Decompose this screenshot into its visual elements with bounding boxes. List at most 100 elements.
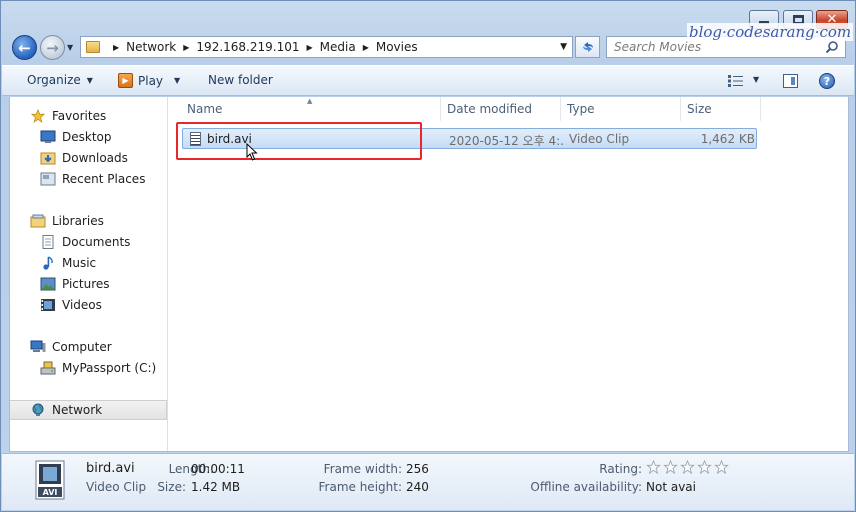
refresh-button[interactable] (575, 36, 600, 58)
column-header-name[interactable]: Name (181, 97, 441, 121)
nav-label: Libraries (52, 214, 104, 228)
organize-button[interactable]: Organize ▼ (27, 73, 93, 87)
breadcrumb: ▶ Network ▶ 192.168.219.101 ▶ Media ▶ Mo… (106, 40, 418, 54)
size-value: 1.42 MB (191, 480, 241, 494)
address-bar[interactable]: ▶ Network ▶ 192.168.219.101 ▶ Media ▶ Mo… (80, 36, 573, 58)
downloads-folder-icon (40, 152, 56, 165)
recent-places-icon (40, 172, 56, 186)
chevron-down-icon: ▼ (86, 75, 93, 85)
nav-label: Computer (52, 340, 112, 354)
nav-desktop[interactable]: Desktop (10, 127, 167, 147)
new-folder-button[interactable]: New folder (208, 73, 273, 87)
breadcrumb-item-network[interactable]: Network (126, 40, 176, 54)
nav-label: Videos (62, 298, 102, 312)
breadcrumb-separator-icon[interactable]: ▶ (363, 43, 369, 52)
nav-videos[interactable]: Videos (10, 295, 167, 315)
nav-label: Pictures (62, 277, 110, 291)
forward-button[interactable]: → (40, 35, 65, 60)
play-label: Play (138, 73, 164, 88)
breadcrumb-item-media[interactable]: Media (320, 40, 356, 54)
back-button[interactable]: ← (12, 35, 37, 60)
search-icon[interactable] (825, 40, 839, 54)
nav-label: Documents (62, 235, 131, 249)
nav-label: MyPassport (C:) (62, 361, 157, 375)
file-date-modified: 2020-05-12 오후 4:... (449, 134, 564, 148)
breadcrumb-item-movies[interactable]: Movies (376, 40, 418, 54)
pictures-icon (40, 277, 56, 291)
rating-star-icon[interactable] (663, 460, 678, 474)
file-type: Video Clip (569, 132, 630, 146)
computer-icon (30, 340, 46, 352)
play-button[interactable]: ▶ Play ▼ (118, 73, 180, 88)
nav-network[interactable]: Network (10, 400, 167, 420)
help-glyph: ? (823, 74, 831, 88)
preview-pane-icon[interactable] (783, 74, 798, 88)
chevron-down-icon: ▼ (174, 76, 181, 85)
change-view-icon[interactable] (728, 75, 744, 87)
nav-computer[interactable]: Computer (10, 337, 167, 357)
command-bar: Organize ▼ ▶ Play ▼ New folder ▼ ? (2, 65, 854, 96)
nav-mypassport-drive[interactable]: MyPassport (C:) (10, 358, 167, 378)
rating-star-icon[interactable] (714, 460, 729, 474)
watermark: blog·codesarang·com (687, 23, 854, 41)
annotation-highlight-box (176, 122, 422, 160)
rating-star-icon[interactable] (680, 460, 695, 474)
star-icon (30, 109, 46, 123)
nav-pictures[interactable]: Pictures (10, 274, 167, 294)
mouse-cursor-icon (246, 143, 258, 161)
nav-label: Favorites (52, 109, 107, 123)
breadcrumb-separator-icon[interactable]: ▶ (113, 43, 119, 52)
column-header-type[interactable]: Type (561, 97, 681, 121)
nav-label: Downloads (62, 151, 128, 165)
nav-label: Network (52, 403, 103, 417)
navigation-pane[interactable]: Favorites Desktop Downloads Recent Place… (10, 97, 168, 451)
offline-availability-label: Offline availability: (530, 480, 642, 494)
chevron-down-icon: ▼ (67, 43, 74, 52)
view-options-dropdown-icon[interactable]: ▼ (753, 75, 759, 84)
content-area: Favorites Desktop Downloads Recent Place… (9, 97, 849, 452)
play-icon: ▶ (118, 73, 133, 88)
organize-label: Organize (27, 73, 81, 87)
documents-icon (42, 235, 54, 249)
nav-downloads[interactable]: Downloads (10, 148, 167, 168)
column-label: Name (187, 102, 223, 116)
new-folder-label: New folder (208, 73, 273, 87)
column-header-size[interactable]: Size (681, 97, 761, 121)
back-arrow-icon: ← (18, 38, 31, 57)
folder-icon (86, 41, 100, 53)
nav-music[interactable]: Music (10, 253, 167, 273)
help-icon[interactable]: ? (819, 73, 835, 89)
offline-availability-value: Not avai (646, 480, 696, 494)
nav-recent-places[interactable]: Recent Places (10, 169, 167, 189)
breadcrumb-separator-icon[interactable]: ▶ (306, 43, 312, 52)
nav-label: Recent Places (62, 172, 146, 186)
frame-height-value: 240 (406, 480, 429, 494)
file-size: 1,462 KB (700, 132, 755, 146)
desktop-icon (40, 130, 56, 143)
rating-star-icon[interactable] (646, 460, 661, 474)
nav-documents[interactable]: Documents (10, 232, 167, 252)
avi-file-thumbnail-icon: AVI (35, 460, 65, 500)
refresh-icon (582, 42, 593, 52)
column-label: Type (567, 102, 595, 116)
details-file-name: bird.avi (86, 461, 135, 476)
column-label: Size (687, 102, 712, 116)
breadcrumb-separator-icon[interactable]: ▶ (183, 43, 189, 52)
column-label: Date modified (447, 102, 533, 116)
details-pane: AVI bird.avi Video Clip Length: 00:00:11… (2, 453, 854, 510)
address-history-dropdown-icon[interactable]: ▼ (560, 42, 567, 52)
rating-label: Rating: (599, 462, 642, 476)
breadcrumb-item-ip[interactable]: 192.168.219.101 (196, 40, 299, 54)
length-value: 00:00:11 (191, 462, 245, 476)
thumb-label: AVI (43, 488, 58, 497)
nav-favorites[interactable]: Favorites (10, 106, 167, 126)
drive-icon (40, 361, 56, 375)
nav-libraries[interactable]: Libraries (10, 211, 167, 231)
frame-height-label: Frame height: (318, 480, 403, 494)
videos-icon (41, 299, 55, 311)
column-header-date-modified[interactable]: Date modified (441, 97, 561, 121)
rating-stars[interactable] (646, 460, 729, 474)
music-icon (43, 256, 53, 270)
recent-pages-dropdown[interactable]: ▼ (67, 43, 75, 52)
rating-star-icon[interactable] (697, 460, 712, 474)
